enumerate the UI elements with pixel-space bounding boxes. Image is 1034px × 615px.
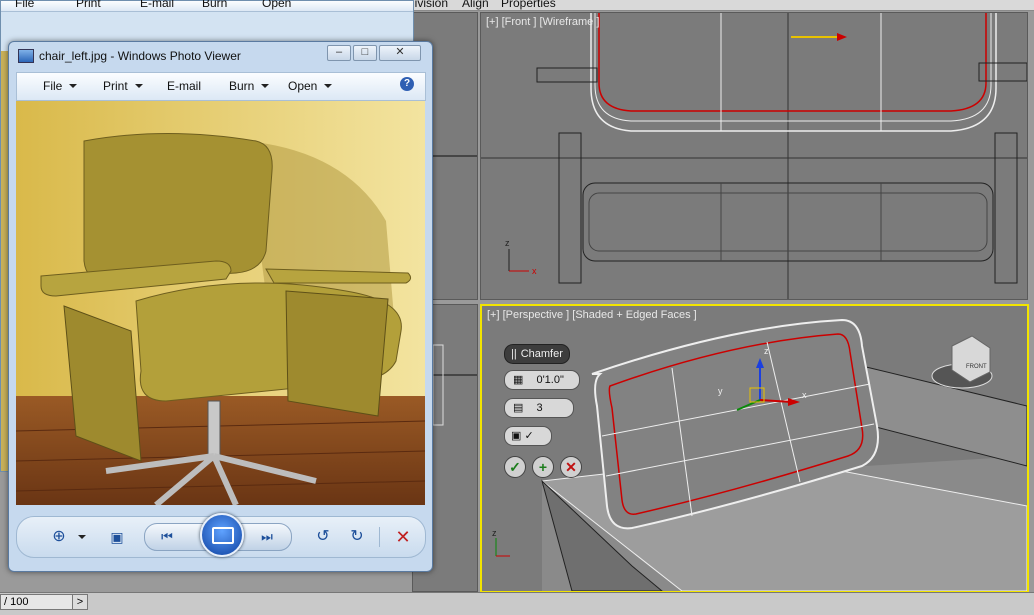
zoom-icon[interactable]: ⊕: [49, 527, 69, 547]
viewport-front-label[interactable]: [+] [Front ] [Wireframe ]: [486, 16, 599, 28]
maximize-button[interactable]: □: [353, 45, 377, 61]
menu-print-label: Print: [103, 79, 128, 93]
caddy-segments-field[interactable]: ▤ 3: [504, 398, 574, 418]
caddy-title-label: Chamfer: [520, 348, 563, 360]
back-menu-email[interactable]: E-mail: [140, 0, 174, 10]
max-menubar: division Align Properties: [400, 0, 1034, 11]
rotate-left-icon[interactable]: ↺: [313, 527, 333, 547]
menu-open[interactable]: Open: [288, 79, 333, 93]
photo-viewer-app-icon: [18, 49, 34, 63]
caddy-cancel-icon[interactable]: ✕: [560, 456, 582, 478]
viewport-perspective[interactable]: [+] [Perspective ] [Shaded + Edged Faces…: [480, 304, 1029, 593]
viewcube-label[interactable]: FRONT: [966, 364, 987, 370]
zoom-chevron-down-icon[interactable]: [78, 535, 86, 539]
menu-align[interactable]: Align: [462, 0, 489, 10]
back-menubar: File Print E-mail Burn Open: [1, 0, 413, 12]
front-wireframe: z x: [481, 13, 1027, 299]
menu-file[interactable]: File: [43, 79, 78, 93]
caddy-ok-icon[interactable]: ✓: [504, 456, 526, 478]
photo-viewer-menubar: File Print E-mail Burn Open: [16, 72, 426, 101]
back-menu-file[interactable]: File: [15, 0, 34, 10]
caddy-segments-icon: ▤: [513, 402, 524, 414]
caddy-options-icon: ▣ ✓: [511, 430, 534, 442]
persp-axis-z: z: [492, 528, 497, 538]
slideshow-button[interactable]: [200, 513, 244, 557]
menu-properties[interactable]: Properties: [501, 0, 556, 10]
timeline-bar[interactable]: [0, 592, 1034, 615]
menu-burn[interactable]: Burn: [229, 79, 270, 93]
menu-burn-label: Burn: [229, 79, 255, 93]
front-axis-x: x: [532, 266, 537, 276]
viewport-perspective-label[interactable]: [+] [Perspective ] [Shaded + Edged Faces…: [487, 309, 697, 321]
photo-viewer-titlebar[interactable]: chair_left.jpg - Windows Photo Viewer – …: [9, 42, 432, 68]
actual-size-icon[interactable]: ▣: [107, 527, 127, 547]
close-button[interactable]: ✕: [379, 45, 421, 61]
rotate-right-icon[interactable]: ↻: [347, 527, 367, 547]
previous-icon[interactable]: ⏮: [157, 527, 177, 547]
caddy-amount-icon: ▦: [513, 374, 524, 386]
gizmo-y: y: [718, 386, 723, 396]
caddy-segments-value[interactable]: 3: [526, 402, 542, 414]
minimize-button[interactable]: –: [327, 45, 351, 61]
photo-viewer-window[interactable]: chair_left.jpg - Windows Photo Viewer – …: [8, 41, 433, 572]
photo-viewer-toolbar: ⊕ ▣ ⏮ ⏭ ↺ ↻ ✕: [16, 513, 426, 558]
caddy-options[interactable]: ▣ ✓: [504, 426, 552, 446]
back-menu-burn[interactable]: Burn: [202, 0, 227, 10]
chair-photo: [16, 101, 425, 505]
menu-division[interactable]: division: [408, 0, 448, 10]
delete-icon[interactable]: ✕: [393, 527, 413, 547]
caddy-amount-value[interactable]: 0'1.0": [526, 374, 563, 386]
caddy-title: || Chamfer: [504, 344, 570, 364]
chevron-down-icon: [134, 84, 143, 88]
menu-email[interactable]: E-mail: [167, 79, 201, 93]
frame-next-button[interactable]: >: [72, 594, 88, 610]
back-menu-open[interactable]: Open: [262, 0, 291, 10]
gizmo-z: z: [764, 346, 769, 356]
window-title: chair_left.jpg - Windows Photo Viewer: [39, 49, 241, 63]
chevron-down-icon: [324, 84, 333, 88]
caddy-apply-icon[interactable]: +: [532, 456, 554, 478]
caddy-amount-field[interactable]: ▦ 0'1.0": [504, 370, 580, 390]
toolbar-divider: [379, 527, 380, 547]
chevron-down-icon: [69, 84, 78, 88]
menu-file-label: File: [43, 79, 63, 93]
next-icon[interactable]: ⏭: [257, 527, 277, 547]
slideshow-icon: [212, 527, 234, 544]
help-icon[interactable]: ?: [400, 77, 414, 91]
menu-open-label: Open: [288, 79, 318, 93]
chevron-down-icon: [261, 84, 270, 88]
menu-print[interactable]: Print: [103, 79, 143, 93]
front-axis-z: z: [505, 238, 510, 248]
frame-counter[interactable]: / 100: [0, 594, 75, 610]
viewport-front[interactable]: [+] [Front ] [Wireframe ] z x: [480, 12, 1028, 300]
back-menu-print[interactable]: Print: [76, 0, 101, 10]
gizmo-x: x: [802, 390, 807, 400]
